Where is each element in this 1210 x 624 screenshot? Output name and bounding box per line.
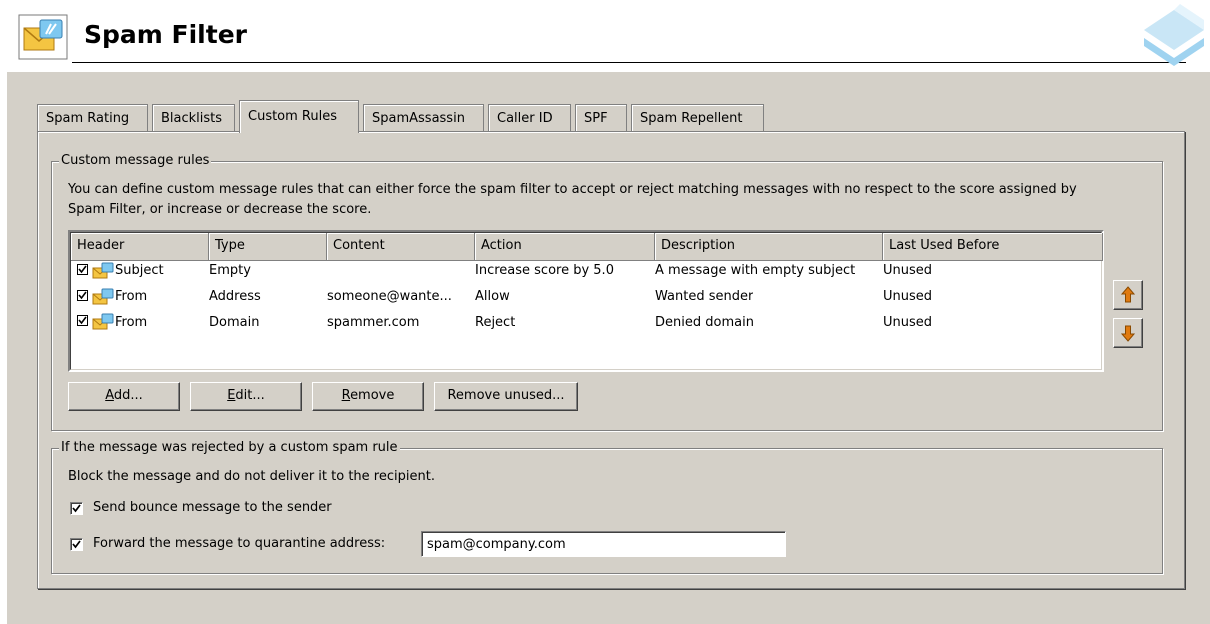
mail-filter-icon bbox=[18, 14, 68, 60]
cell-action: Increase score by 5.0 bbox=[475, 263, 614, 278]
arrow-down-icon bbox=[1120, 325, 1136, 342]
block-info-text: Block the message and do not deliver it … bbox=[68, 469, 435, 484]
remove-unused-button[interactable]: Remove unused... bbox=[434, 382, 578, 411]
cell-content: spammer.com bbox=[327, 315, 420, 330]
cell-content: someone@wante... bbox=[327, 289, 452, 304]
column-header-last-used[interactable]: Last Used Before bbox=[883, 233, 1103, 261]
title-divider bbox=[72, 62, 1186, 63]
remove-button-mnemonic: R bbox=[341, 388, 351, 403]
cell-header: Subject bbox=[115, 263, 164, 278]
column-header-action[interactable]: Action bbox=[475, 233, 655, 261]
brand-logo-icon bbox=[1124, 0, 1210, 70]
tab-blacklists[interactable]: Blacklists bbox=[152, 104, 235, 132]
tab-custom-rules[interactable]: Custom Rules bbox=[239, 100, 359, 133]
cell-header: From bbox=[115, 315, 148, 330]
edit-button[interactable]: Edit... bbox=[190, 382, 302, 411]
rules-description-line2: Spam Filter, or increase or decrease the… bbox=[68, 202, 372, 217]
arrow-up-icon bbox=[1120, 286, 1136, 303]
cell-action: Reject bbox=[475, 315, 516, 330]
tab-spamassassin[interactable]: SpamAssassin bbox=[363, 104, 484, 132]
cell-action: Allow bbox=[475, 289, 510, 304]
cell-last-used: Unused bbox=[883, 263, 933, 278]
cell-type: Address bbox=[209, 289, 261, 304]
column-header-type[interactable]: Type bbox=[209, 233, 327, 261]
cell-description: Wanted sender bbox=[655, 289, 754, 304]
cell-type: Empty bbox=[209, 263, 251, 278]
cell-last-used: Unused bbox=[883, 289, 933, 304]
forward-label[interactable]: Forward the message to quarantine addres… bbox=[93, 536, 385, 551]
cell-header: From bbox=[115, 289, 148, 304]
row-checkbox[interactable] bbox=[77, 315, 88, 326]
column-header-description[interactable]: Description bbox=[655, 233, 883, 261]
row-checkbox[interactable] bbox=[77, 264, 88, 275]
quarantine-address-input[interactable] bbox=[421, 531, 786, 557]
cell-last-used: Unused bbox=[883, 315, 933, 330]
cell-description: A message with empty subject bbox=[655, 263, 856, 278]
cell-description: Denied domain bbox=[655, 315, 754, 330]
send-bounce-checkbox[interactable] bbox=[70, 502, 83, 515]
add-button[interactable]: Add... bbox=[68, 382, 180, 411]
cell-type: Domain bbox=[209, 315, 260, 330]
move-up-button[interactable] bbox=[1113, 280, 1143, 310]
tab-caller-id[interactable]: Caller ID bbox=[488, 104, 571, 132]
header: Spam Filter bbox=[0, 0, 1210, 70]
tab-spam-repellent[interactable]: Spam Repellent bbox=[631, 104, 764, 132]
add-button-label: dd... bbox=[113, 388, 143, 403]
tab-spam-rating[interactable]: Spam Rating bbox=[37, 104, 148, 132]
rules-description-line1: You can define custom message rules that… bbox=[68, 182, 1077, 197]
forward-checkbox[interactable] bbox=[70, 538, 83, 551]
page-title: Spam Filter bbox=[84, 20, 247, 49]
add-button-mnemonic: A bbox=[105, 388, 114, 403]
rule-mail-icon bbox=[92, 313, 114, 331]
remove-button-label: emove bbox=[350, 388, 395, 403]
rule-mail-icon bbox=[92, 262, 114, 280]
group-title: Custom message rules bbox=[59, 153, 212, 168]
move-down-button[interactable] bbox=[1113, 318, 1143, 348]
group-title: If the message was rejected by a custom … bbox=[59, 440, 400, 455]
rule-mail-icon bbox=[92, 288, 114, 306]
column-header-content[interactable]: Content bbox=[327, 233, 475, 261]
row-checkbox[interactable] bbox=[77, 290, 88, 301]
tab-spf[interactable]: SPF bbox=[575, 104, 627, 132]
column-header-header[interactable]: Header bbox=[71, 233, 209, 261]
remove-button[interactable]: Remove bbox=[312, 382, 424, 411]
edit-button-label: dit... bbox=[235, 388, 265, 403]
send-bounce-label[interactable]: Send bounce message to the sender bbox=[93, 500, 332, 515]
